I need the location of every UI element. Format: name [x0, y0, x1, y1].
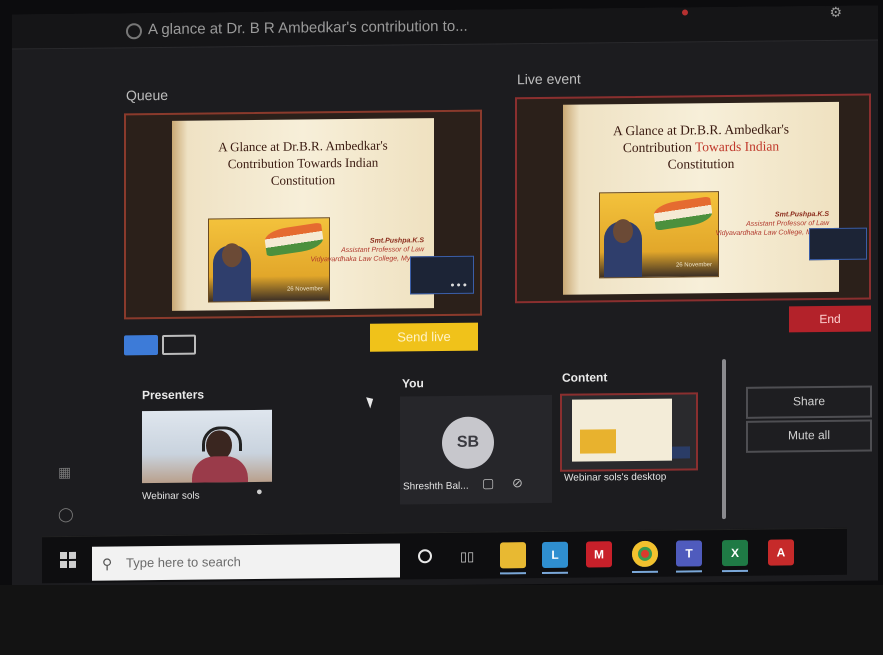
windows-taskbar: ⚲ Type here to search ▯▯ L M T X A [42, 527, 847, 584]
live-ambedkar-portrait-image: 26 November [599, 191, 719, 279]
search-icon: ⚲ [102, 555, 113, 572]
chrome-icon[interactable] [632, 540, 658, 568]
share-button[interactable]: Share [746, 385, 872, 419]
single-layout-toggle[interactable] [124, 335, 158, 356]
search-placeholder: Type here to search [126, 554, 241, 571]
desk-surface [0, 585, 883, 655]
cortana-icon[interactable] [418, 549, 432, 564]
you-label: You [402, 376, 424, 391]
presenter-video[interactable] [142, 409, 272, 484]
end-button[interactable]: End [789, 305, 871, 333]
notification-icon[interactable]: ⚙ [829, 5, 842, 21]
content-label: Content [562, 370, 608, 385]
task-view-icon[interactable]: ▯▯ [460, 549, 474, 565]
live-slide-title: A Glance at Dr.B.R. Ambedkar's Contribut… [612, 121, 790, 172]
avatar: SB [442, 416, 494, 470]
windows-start-icon[interactable] [60, 551, 76, 569]
presenters-label: Presenters [142, 387, 205, 403]
overlay-controls-icon: ●●● [450, 281, 469, 289]
teams-live-event-window: A glance at Dr. B R Ambedkar's contribut… [12, 5, 878, 590]
image-caption: 26 November [286, 286, 323, 293]
mcafee-icon[interactable]: M [586, 541, 612, 568]
teams-icon[interactable]: T [676, 540, 702, 567]
presenter-mic-icon[interactable]: ● [256, 486, 263, 498]
grid-icon[interactable]: ▦ [58, 464, 71, 481]
presenter-name: Webinar sols [142, 490, 200, 503]
live-image-caption: 26 November [675, 262, 712, 269]
mute-all-button[interactable]: Mute all [746, 419, 872, 453]
queue-preview[interactable]: A Glance at Dr.B.R. Ambedkar's Contribut… [124, 109, 482, 320]
mouse-cursor-icon [366, 395, 376, 409]
window-title: A glance at Dr. B R Ambedkar's contribut… [148, 17, 468, 39]
camera-off-icon[interactable]: ▢ [482, 475, 494, 491]
recording-indicator-icon [682, 9, 688, 16]
file-explorer-icon[interactable] [500, 542, 526, 569]
scrollbar[interactable] [722, 359, 726, 520]
queue-slide-title: A Glance at Dr.B.R. Ambedkar's Contribut… [218, 137, 388, 188]
send-live-button[interactable]: Send live [370, 322, 478, 352]
event-icon [126, 23, 142, 40]
queue-mini-video-overlay: ●●● [410, 255, 474, 295]
content-name: Webinar sols's desktop [564, 471, 667, 484]
live-preview[interactable]: A Glance at Dr.B.R. Ambedkar's Contribut… [515, 93, 871, 304]
queue-slide-author: Smt.Pushpa.K.S Assistant Professor of La… [310, 237, 425, 264]
pdf-icon[interactable]: A [768, 539, 794, 566]
mic-off-icon[interactable]: ⊘ [512, 475, 523, 491]
title-bar: A glance at Dr. B R Ambedkar's contribut… [12, 5, 878, 50]
content-preview[interactable] [560, 392, 698, 472]
live-mini-video-overlay [809, 227, 867, 261]
taskbar-search-input[interactable]: ⚲ Type here to search [92, 543, 400, 581]
live-slide: A Glance at Dr.B.R. Ambedkar's Contribut… [563, 101, 839, 295]
you-name: Shreshth Bal... [403, 480, 469, 493]
settings-icon[interactable]: ◯ [58, 506, 74, 523]
live-flag-graphic [652, 196, 714, 231]
excel-icon[interactable]: X [722, 539, 748, 567]
queue-slide: A Glance at Dr.B.R. Ambedkar's Contribut… [172, 118, 434, 311]
side-by-side-layout-toggle[interactable] [162, 334, 196, 355]
queue-label: Queue [126, 86, 169, 104]
app-l-icon[interactable]: L [542, 541, 568, 568]
live-event-label: Live event [517, 70, 581, 88]
